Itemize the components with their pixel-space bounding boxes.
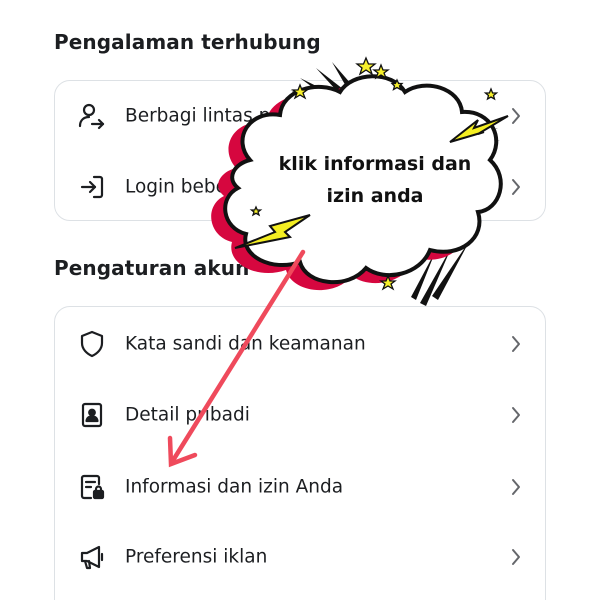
callout-line-1: klik informasi dan: [278, 153, 472, 175]
callout-text: klik informasi dan izin anda: [262, 148, 488, 212]
account-settings-card: Kata sandi dan keamanan Detail pribadi I…: [54, 306, 546, 600]
chevron-right-icon: [509, 177, 523, 197]
callout-line-2: izin anda: [326, 185, 424, 207]
screenshot-stage: Pengalaman terhubung Berbagi lintas prof…: [0, 0, 600, 600]
menu-item-your-information-permissions[interactable]: Informasi dan izin Anda: [55, 452, 545, 522]
chevron-right-icon: [509, 106, 523, 126]
info-lock-icon: [77, 472, 107, 502]
menu-item-cross-profile-sharing[interactable]: Berbagi lintas profil: [55, 81, 545, 151]
menu-item-label: Preferensi iklan: [125, 546, 268, 568]
megaphone-icon: [77, 542, 107, 572]
login-icon: [77, 172, 107, 202]
id-card-icon: [77, 400, 107, 430]
menu-item-label: Informasi dan izin Anda: [125, 476, 344, 498]
chevron-right-icon: [509, 405, 523, 425]
chevron-right-icon: [509, 334, 523, 354]
menu-item-label: Kata sandi dan keamanan: [125, 333, 366, 355]
shield-icon: [77, 329, 107, 359]
chevron-right-icon: [509, 477, 523, 497]
chevron-right-icon: [509, 547, 523, 567]
section-title-connected-experience: Pengalaman terhubung: [54, 30, 321, 54]
share-profile-icon: [77, 101, 107, 131]
menu-item-password-security[interactable]: Kata sandi dan keamanan: [55, 309, 545, 379]
menu-item-personal-details[interactable]: Detail pribadi: [55, 380, 545, 450]
section-title-account-settings: Pengaturan akun: [54, 256, 250, 280]
menu-item-label: Detail pribadi: [125, 404, 250, 426]
menu-item-label: Berbagi lintas profil: [125, 105, 306, 127]
menu-item-ad-preferences[interactable]: Preferensi iklan: [55, 522, 545, 592]
